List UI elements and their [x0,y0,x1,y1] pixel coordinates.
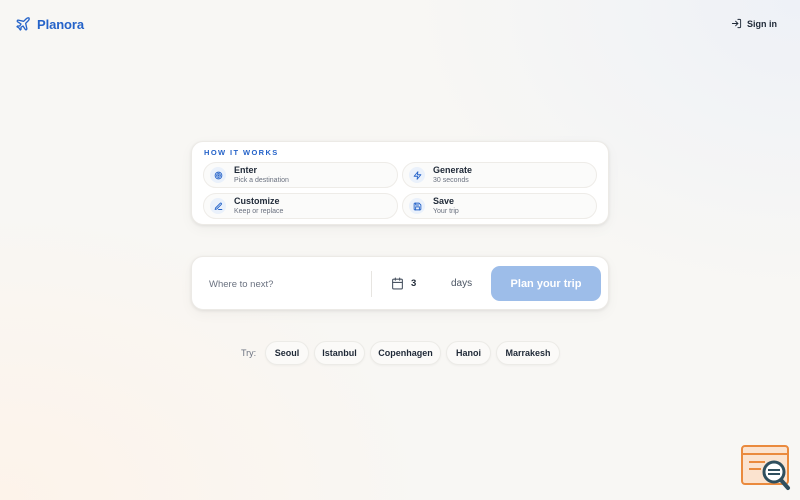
brand-logo[interactable]: Planora [15,16,84,32]
save-icon [409,198,425,214]
target-icon [210,167,226,183]
days-input[interactable]: 3 [411,278,416,289]
field-divider [371,271,372,297]
how-it-works-card: HOW IT WORKS Enter Pick a destination Ge… [191,141,609,225]
destination-input[interactable] [202,269,362,299]
step-customize: Customize Keep or replace [203,193,398,219]
days-label: days [451,278,473,289]
step-subtitle: Pick a destination [234,177,289,184]
step-title: Enter [234,165,258,175]
sign-in-button[interactable]: Sign in [731,18,777,29]
step-subtitle: 30 seconds [433,177,469,184]
calendar-icon [392,277,403,290]
browser-search-icon [741,445,790,490]
top-bar: Planora Sign in [0,0,800,50]
trip-search-card: 3 days Plan your trip [191,256,609,310]
suggestion-chip[interactable]: Marrakesh [496,341,560,365]
step-enter: Enter Pick a destination [203,162,398,188]
step-title: Save [433,196,455,206]
step-title: Generate [433,165,473,175]
step-generate: Generate 30 seconds [402,162,597,188]
suggestion-chip[interactable]: Seoul [265,341,309,365]
suggestion-chip[interactable]: Copenhagen [370,341,441,365]
step-subtitle: Keep or replace [234,208,284,215]
log-in-icon [731,18,742,29]
suggestion-chip[interactable]: Hanoi [446,341,491,365]
plane-icon [16,17,30,31]
brand-name: Planora [37,16,84,32]
how-it-works-title: HOW IT WORKS [204,148,279,157]
sign-in-label: Sign in [747,18,777,29]
lightning-icon [409,167,425,183]
suggestions-row: Try: Seoul Istanbul Copenhagen Hanoi Mar… [0,341,800,365]
pencil-icon [210,198,226,214]
plan-trip-button[interactable]: Plan your trip [491,266,601,301]
step-subtitle: Your trip [433,208,459,215]
suggestion-chip[interactable]: Istanbul [314,341,365,365]
step-title: Customize [234,196,280,206]
step-save: Save Your trip [402,193,597,219]
try-label: Try: [241,348,257,358]
